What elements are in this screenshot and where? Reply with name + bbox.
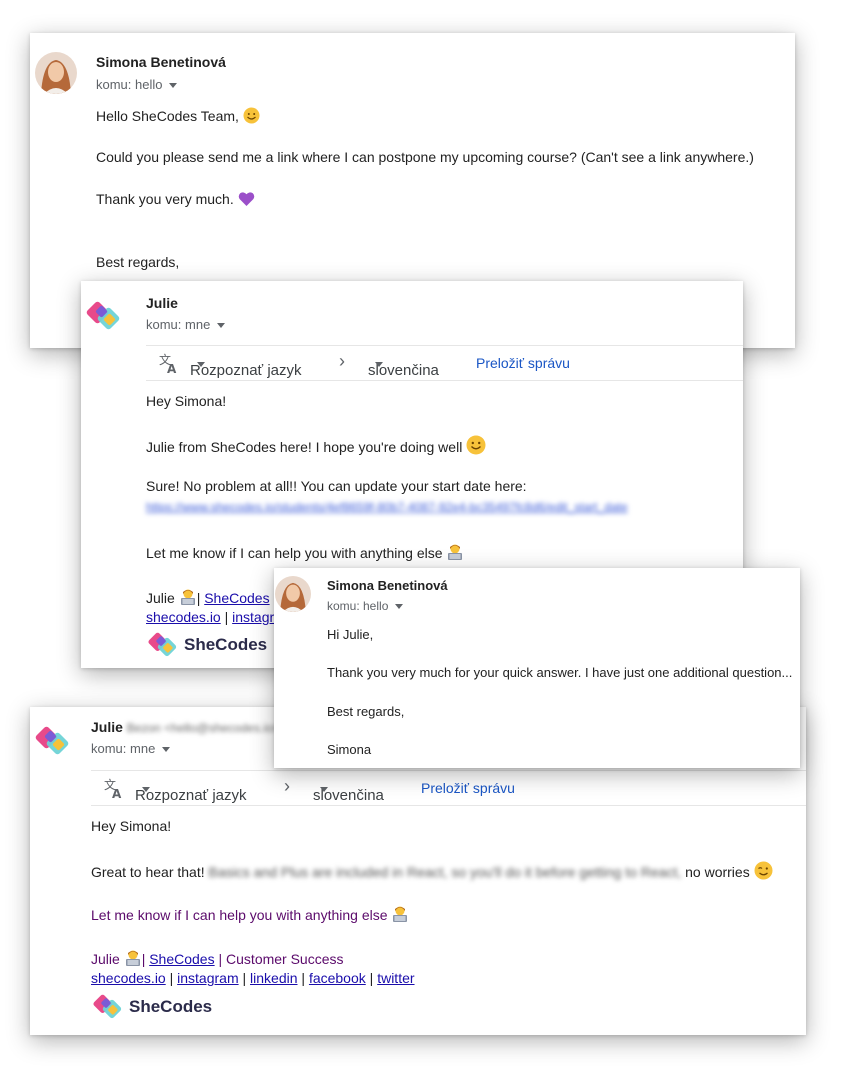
translate-icon: 文A — [158, 352, 180, 378]
facebook-link[interactable]: facebook — [309, 970, 366, 986]
shecodes-logo-icon — [35, 726, 69, 755]
message-line: Hi Julie, — [327, 627, 374, 642]
message-line: Thank you very much. — [96, 191, 255, 210]
translate-message-button[interactable]: Preložiť správu — [476, 355, 570, 371]
translate-icon: 文A — [103, 777, 125, 803]
signature-line: Julie | SheCodes | Customer Success — [91, 949, 344, 970]
twitter-link[interactable]: twitter — [377, 970, 414, 986]
smile-emoji-icon — [243, 107, 260, 127]
signature-line: Julie | SheCodes — [146, 588, 270, 609]
message-line: Thank you very much for your quick answe… — [327, 665, 793, 680]
linkedin-link[interactable]: linkedin — [250, 970, 297, 986]
recipient-dropdown[interactable]: komu: hello — [327, 599, 404, 613]
recipient-dropdown[interactable]: komu: mne — [146, 317, 226, 332]
avatar[interactable] — [35, 52, 77, 94]
chevron-right-icon: › — [339, 351, 345, 371]
technologist-emoji-icon — [124, 949, 142, 970]
blurred-text: Basics and Plus are included in React, s… — [208, 864, 682, 880]
instagram-link[interactable]: instagram — [177, 970, 238, 986]
shecodes-logo-icon — [86, 301, 120, 330]
sender-name: Simona Benetinová — [327, 578, 448, 593]
sender-name: Simona Benetinová — [96, 54, 226, 70]
sender-email-blurred: Bezon <hello@shecodes.io> — [126, 721, 280, 735]
chevron-down-icon — [169, 83, 178, 89]
recipient-dropdown[interactable]: komu: hello — [96, 77, 178, 92]
technologist-emoji-icon — [446, 543, 464, 564]
svg-text:A: A — [112, 787, 122, 799]
message-line: Best regards, — [96, 254, 180, 270]
message-line: Best regards, — [327, 704, 405, 719]
avatar[interactable] — [275, 576, 311, 612]
technologist-emoji-icon — [391, 905, 409, 926]
chevron-down-icon — [217, 323, 226, 329]
smile-emoji-icon — [466, 435, 486, 458]
message-line: Hello SheCodes Team, — [96, 107, 260, 127]
message-line: Great to hear that! Basics and Plus are … — [91, 861, 773, 883]
shecodes-site-link[interactable]: shecodes.io — [146, 609, 221, 625]
shecodes-signature-logo: SheCodes — [91, 989, 212, 1023]
recipient-dropdown[interactable]: komu: mne — [91, 741, 171, 756]
translate-bar: 文A Rozpoznať jazyk › slovenčina Preložiť… — [146, 345, 743, 381]
sender-name: Julie Bezon <hello@shecodes.io> — [91, 719, 280, 735]
translate-message-button[interactable]: Preložiť správu — [421, 780, 515, 796]
message-line: Let me know if I can help you with anyth… — [146, 543, 464, 564]
chevron-down-icon — [142, 787, 150, 792]
chevron-down-icon — [320, 787, 328, 792]
social-links: shecodes.io | instagram — [146, 609, 294, 625]
translate-bar: 文A Rozpoznať jazyk › slovenčina Preložiť… — [91, 770, 806, 806]
svg-text:A: A — [167, 362, 177, 374]
shecodes-logo-icon — [93, 994, 122, 1019]
message-line: Julie from SheCodes here! I hope you're … — [146, 435, 486, 458]
chevron-down-icon — [162, 747, 171, 753]
chevron-down-icon — [197, 362, 205, 367]
shecodes-logo-icon — [148, 632, 177, 657]
shecodes-signature-logo: SheCodes — [146, 627, 267, 661]
shecodes-link[interactable]: SheCodes — [149, 951, 214, 967]
message-line: Simona — [327, 742, 372, 757]
sender-name: Julie — [146, 295, 178, 311]
chevron-down-icon — [375, 362, 383, 367]
message-line: Hey Simona! — [91, 818, 172, 834]
email-card-3: Simona Benetinová komu: hello Hi Julie, … — [274, 568, 800, 768]
social-links: shecodes.io | instagram | linkedin | fac… — [91, 970, 415, 986]
technologist-emoji-icon — [179, 588, 197, 609]
shecodes-site-link[interactable]: shecodes.io — [91, 970, 166, 986]
message-line: Sure! No problem at all!! You can update… — [146, 478, 527, 494]
shecodes-link[interactable]: SheCodes — [204, 590, 269, 606]
heart-emoji-icon — [238, 191, 255, 210]
wink-emoji-icon — [754, 861, 773, 883]
start-date-link[interactable]: https://www.shecodes.io/students/4ef8659… — [146, 500, 628, 514]
chevron-down-icon — [395, 604, 404, 610]
message-line: Let me know if I can help you with anyth… — [91, 905, 409, 926]
message-line: Could you please send me a link where I … — [96, 149, 754, 165]
chevron-right-icon: › — [284, 776, 290, 796]
message-line: Hey Simona! — [146, 393, 227, 409]
